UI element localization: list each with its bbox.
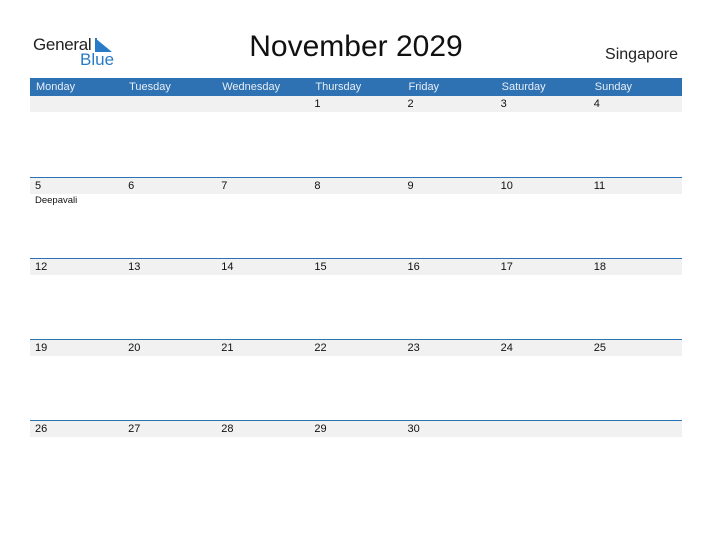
day-number xyxy=(496,421,589,437)
day-event xyxy=(216,194,309,207)
day-number: 27 xyxy=(128,423,141,435)
day-number: 21 xyxy=(221,342,234,354)
weekday-thursday: Thursday xyxy=(315,81,362,93)
day-number: 2 xyxy=(407,98,414,110)
weekday-sunday: Sunday xyxy=(594,81,633,93)
day-number: 19 xyxy=(35,342,48,354)
day-number xyxy=(123,96,216,112)
weekday-monday: Monday xyxy=(36,81,76,93)
day-number: 29 xyxy=(314,423,327,435)
event-row: Deepavali xyxy=(30,194,682,207)
weekday-wednesday: Wednesday xyxy=(222,81,281,93)
day-number: 8 xyxy=(314,180,321,192)
day-number-row: 5 6 7 8 9 10 11 xyxy=(30,178,682,194)
day-number: 30 xyxy=(407,423,420,435)
weekday-header: Monday Tuesday Wednesday Thursday Friday… xyxy=(30,78,682,96)
day-number: 6 xyxy=(128,180,135,192)
week-row: 5 6 7 8 9 10 11 Deepavali xyxy=(30,177,682,258)
weekday-tuesday: Tuesday xyxy=(129,81,171,93)
weeks-container: 1 2 3 4 5 6 7 8 9 10 11 Deepavali 12 13 14 15 16 17 18 19 20… xyxy=(30,96,682,501)
day-number-row: 12 13 14 15 16 17 18 xyxy=(30,259,682,275)
day-event xyxy=(496,194,589,207)
day-number: 14 xyxy=(221,261,234,273)
week-row: 26 27 28 29 30 xyxy=(30,420,682,501)
day-number xyxy=(589,421,682,437)
day-number: 15 xyxy=(314,261,327,273)
week-row: 12 13 14 15 16 17 18 xyxy=(30,258,682,339)
day-number: 10 xyxy=(500,180,513,192)
day-number: 26 xyxy=(35,423,48,435)
day-number: 16 xyxy=(407,261,420,273)
day-number: 11 xyxy=(593,180,606,192)
weekday-saturday: Saturday xyxy=(501,81,546,93)
day-number: 22 xyxy=(314,342,327,354)
day-number: 17 xyxy=(500,261,513,273)
day-number: 4 xyxy=(593,98,600,110)
day-number: 7 xyxy=(221,180,228,192)
week-row: 19 20 21 22 23 24 25 xyxy=(30,339,682,420)
day-number: 18 xyxy=(593,261,606,273)
day-event xyxy=(589,194,682,207)
day-number: 23 xyxy=(407,342,420,354)
day-number: 25 xyxy=(593,342,606,354)
day-number: 1 xyxy=(314,98,321,110)
weekday-friday: Friday xyxy=(408,81,440,93)
day-event xyxy=(123,194,216,207)
day-number xyxy=(30,96,123,112)
day-number: 28 xyxy=(221,423,234,435)
day-number: 20 xyxy=(128,342,141,354)
day-number-row: 19 20 21 22 23 24 25 xyxy=(30,340,682,356)
day-number: 12 xyxy=(35,261,48,273)
day-event xyxy=(403,194,496,207)
country-label: Singapore xyxy=(605,46,678,63)
day-number xyxy=(216,96,309,112)
calendar-grid: Monday Tuesday Wednesday Thursday Friday… xyxy=(30,78,682,501)
day-number-row: 1 2 3 4 xyxy=(30,96,682,112)
day-number: 5 xyxy=(35,180,42,192)
day-number: 3 xyxy=(500,98,507,110)
week-row: 1 2 3 4 xyxy=(30,96,682,177)
day-number: 24 xyxy=(500,342,513,354)
day-number-row: 26 27 28 29 30 xyxy=(30,421,682,437)
day-number: 13 xyxy=(128,261,141,273)
day-event xyxy=(309,194,402,207)
day-number: 9 xyxy=(407,180,414,192)
day-event: Deepavali xyxy=(35,195,78,206)
